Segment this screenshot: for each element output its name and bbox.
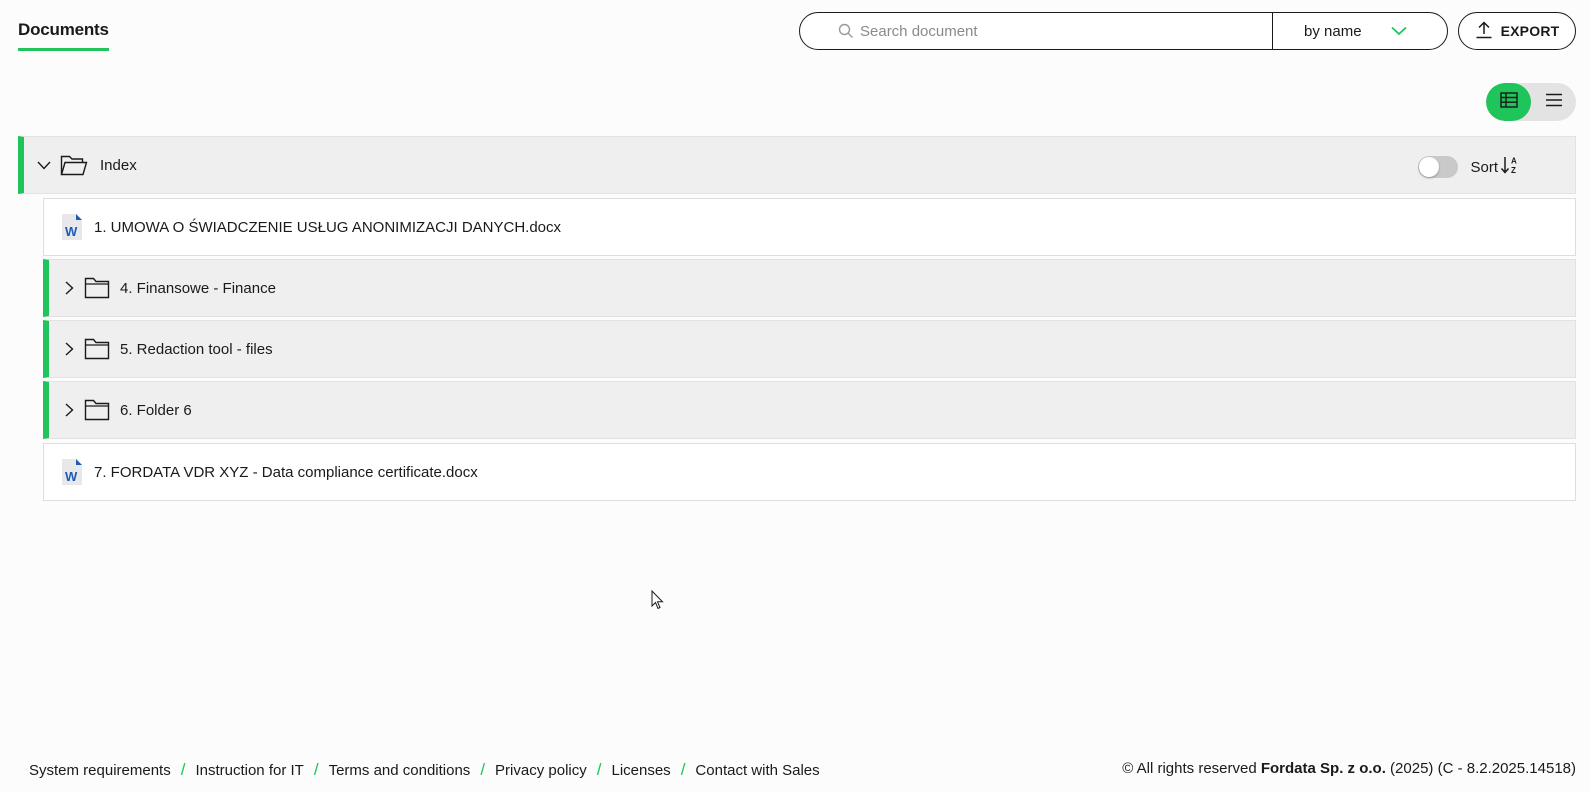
footer-links: System requirements / Instruction for IT… xyxy=(29,760,820,780)
footer-separator: / xyxy=(480,760,486,779)
footer-separator: / xyxy=(596,760,602,779)
chevron-down-icon xyxy=(1391,23,1407,40)
file-label: 1. UMOWA O ŚWIADCZENIE USŁUG ANONIMIZACJ… xyxy=(94,218,562,236)
file-label: 7. FORDATA VDR XYZ - Data compliance cer… xyxy=(94,463,478,481)
mouse-cursor-icon xyxy=(651,589,665,615)
folder-label: 5. Redaction tool - files xyxy=(120,340,273,358)
export-label: EXPORT xyxy=(1500,23,1560,39)
tree-root-folder[interactable]: Index Sort AZ xyxy=(18,136,1576,194)
sort-by-value: by name xyxy=(1304,22,1362,40)
folder-icon xyxy=(84,277,110,299)
footer-link-privacy-policy[interactable]: Privacy policy xyxy=(495,762,587,779)
list-view-button[interactable] xyxy=(1531,83,1576,121)
chevron-right-icon[interactable] xyxy=(61,341,77,357)
folder-label: 4. Finansowe - Finance xyxy=(120,279,276,297)
documents-page: Documents by name EXPORT xyxy=(0,0,1590,792)
export-button[interactable]: EXPORT xyxy=(1458,12,1576,50)
grid-view-button[interactable] xyxy=(1486,83,1531,121)
footer-link-terms[interactable]: Terms and conditions xyxy=(329,762,471,779)
svg-text:Z: Z xyxy=(1511,166,1516,175)
chevron-right-icon[interactable] xyxy=(61,280,77,296)
sort-control: Sort AZ xyxy=(1418,155,1520,179)
company-name: Fordata Sp. z o.o. xyxy=(1260,760,1386,777)
svg-text:A: A xyxy=(1511,157,1517,166)
list-view-icon xyxy=(1545,93,1563,112)
footer-link-system-requirements[interactable]: System requirements xyxy=(29,762,171,779)
upload-icon xyxy=(1475,20,1493,42)
footer-link-licenses[interactable]: Licenses xyxy=(611,762,670,779)
svg-text:W: W xyxy=(65,224,78,239)
search-input[interactable] xyxy=(860,22,1240,40)
chevron-right-icon[interactable] xyxy=(61,402,77,418)
folder-icon xyxy=(84,399,110,421)
folder-label: Index xyxy=(100,156,137,174)
search-icon xyxy=(838,23,854,44)
svg-text:W: W xyxy=(65,469,78,484)
word-doc-icon: W xyxy=(60,458,84,486)
folder-icon xyxy=(84,338,110,360)
footer-link-contact-sales[interactable]: Contact with Sales xyxy=(695,762,819,779)
sort-alpha-icon: AZ xyxy=(1500,155,1520,179)
tree-item-folder[interactable]: 4. Finansowe - Finance xyxy=(43,259,1576,317)
footer-separator: / xyxy=(680,760,686,779)
tree-item-file[interactable]: W 1. UMOWA O ŚWIADCZENIE USŁUG ANONIMIZA… xyxy=(43,198,1576,256)
copyright-suffix: (2025) (C - 8.2.2025.14518) xyxy=(1390,760,1576,777)
search-sort-group: by name xyxy=(799,12,1448,50)
folder-open-icon xyxy=(60,154,88,176)
sort-label-group[interactable]: Sort AZ xyxy=(1470,155,1520,179)
word-doc-icon: W xyxy=(60,213,84,241)
footer-separator: / xyxy=(313,760,319,779)
folder-label: 6. Folder 6 xyxy=(120,401,192,419)
tree-item-file[interactable]: W 7. FORDATA VDR XYZ - Data compliance c… xyxy=(43,443,1576,501)
tree-item-folder[interactable]: 6. Folder 6 xyxy=(43,381,1576,439)
table-view-icon xyxy=(1499,91,1518,113)
copyright: © All rights reserved Fordata Sp. z o.o.… xyxy=(1122,760,1576,777)
footer-separator: / xyxy=(180,760,186,779)
sort-toggle-switch[interactable] xyxy=(1418,156,1459,178)
tab-documents[interactable]: Documents xyxy=(18,20,109,51)
copyright-prefix: © All rights reserved xyxy=(1122,760,1257,777)
footer: System requirements / Instruction for IT… xyxy=(0,758,1590,788)
view-toggle xyxy=(1486,83,1576,121)
tree-item-folder[interactable]: 5. Redaction tool - files xyxy=(43,320,1576,378)
footer-link-instruction-for-it[interactable]: Instruction for IT xyxy=(195,762,303,779)
sort-by-select[interactable]: by name xyxy=(1273,13,1447,49)
sort-label: Sort xyxy=(1470,158,1498,176)
chevron-down-icon[interactable] xyxy=(36,157,52,173)
search-field-container xyxy=(800,13,1273,49)
